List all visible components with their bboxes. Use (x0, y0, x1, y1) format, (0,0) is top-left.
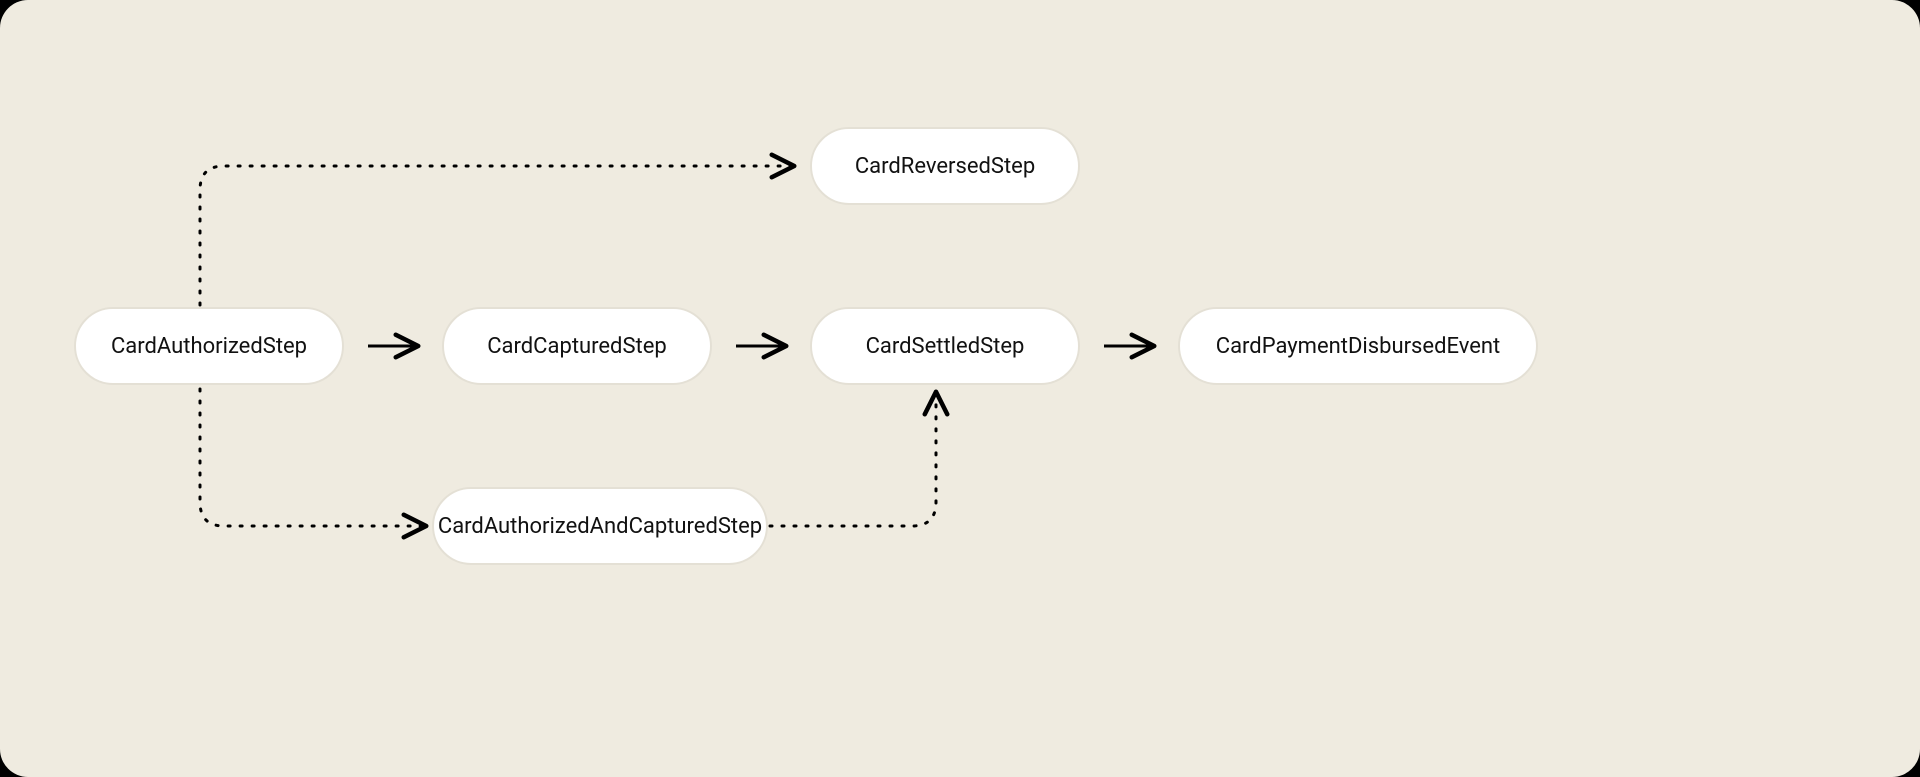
diagram-canvas: CardAuthorizedStep CardCapturedStep Card… (0, 0, 1920, 777)
edge-authorized-to-reversed (200, 166, 792, 305)
edge-authorized-to-authandcaptured (200, 389, 424, 526)
connectors (0, 0, 1920, 777)
node-card-authorized-and-captured-step: CardAuthorizedAndCapturedStep (432, 487, 768, 565)
node-card-captured-step: CardCapturedStep (442, 307, 712, 385)
node-card-payment-disbursed-event: CardPaymentDisbursedEvent (1178, 307, 1538, 385)
edge-authandcaptured-to-settled (770, 394, 936, 526)
node-card-settled-step: CardSettledStep (810, 307, 1080, 385)
node-card-authorized-step: CardAuthorizedStep (74, 307, 344, 385)
node-card-reversed-step: CardReversedStep (810, 127, 1080, 205)
